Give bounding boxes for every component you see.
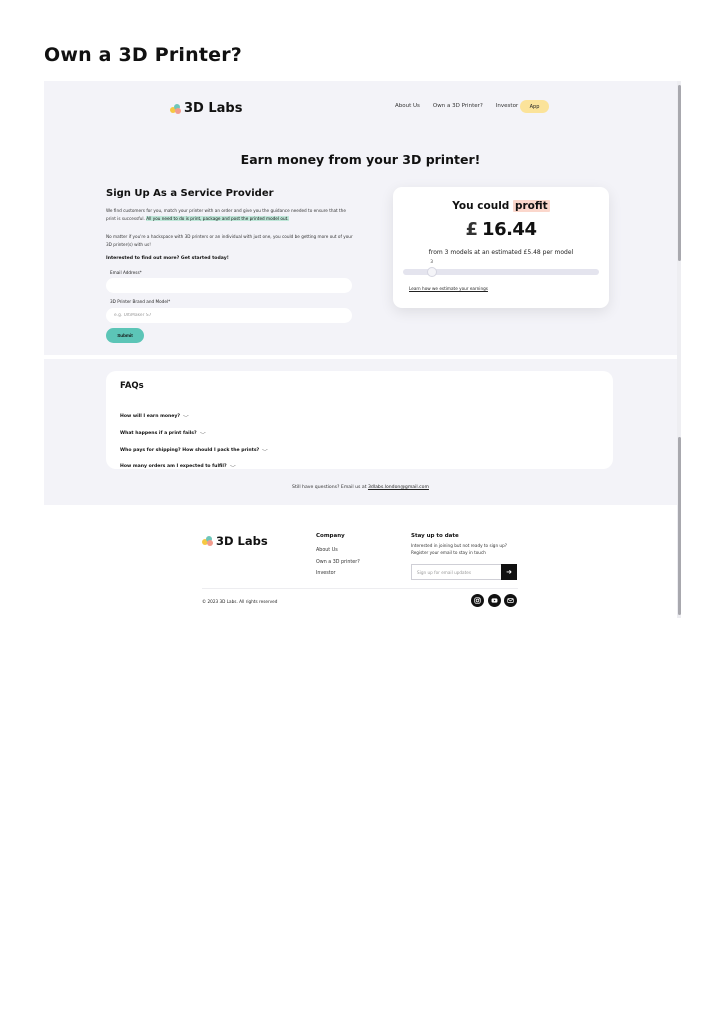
profit-amount: £16.44	[393, 219, 609, 240]
profit-heading-prefix: You could	[452, 200, 510, 212]
page-scrollbar[interactable]	[677, 81, 681, 618]
profit-value: 16.44	[482, 219, 537, 240]
profit-card: You could profit £16.44 from 3 models at…	[393, 187, 609, 308]
footer-link-about[interactable]: About Us	[316, 548, 338, 553]
newsletter-submit-button[interactable]: ➜	[501, 564, 517, 580]
faq-card: FAQs How will I earn money? ⌵ What happe…	[106, 371, 613, 469]
company-heading: Company	[316, 533, 345, 539]
arrow-right-icon: ➜	[506, 568, 512, 576]
profit-heading-word: profit	[512, 200, 550, 212]
footer-logo[interactable]: 3D Labs	[202, 534, 268, 548]
chevron-down-icon: ⌵	[262, 447, 268, 453]
printer-label: 3D Printer Brand and Model*	[110, 299, 171, 304]
signup-note: No matter if you're a hackspace with 3D …	[106, 234, 353, 247]
submit-button[interactable]: Submit	[106, 328, 144, 343]
faq-question: What happens if a print fails?	[120, 430, 197, 436]
nav-logo[interactable]: 3D Labs	[170, 101, 242, 116]
footer-link-own-printer[interactable]: Own a 3D printer?	[316, 560, 360, 565]
newsletter-email-input[interactable]	[411, 564, 501, 580]
signup-intro-highlight: All you need to do is print, package and…	[146, 215, 289, 221]
hero-section: 3D Labs About Us Own a 3D Printer? Inves…	[44, 81, 677, 355]
faq-section: FAQs How will I earn money? ⌵ What happe…	[44, 359, 677, 505]
footer-divider	[202, 588, 518, 589]
faq-question: How will I earn money?	[120, 413, 181, 419]
nav-logo-text: 3D Labs	[184, 101, 243, 116]
instagram-icon[interactable]	[471, 594, 484, 607]
faq-question: How many orders am I expected to fulfil?	[120, 463, 227, 469]
learn-estimate-link[interactable]: Learn how we estimate your earnings	[409, 286, 488, 291]
faq-question: Who pays for shipping? How should I pack…	[120, 447, 260, 453]
footer-logo-text: 3D Labs	[216, 534, 268, 548]
email-label: Email Address*	[110, 270, 142, 275]
still-questions-text: Still have questions? Email us at	[292, 485, 367, 490]
models-slider-handle[interactable]	[427, 267, 438, 277]
faq-item[interactable]: How many orders am I expected to fulfil?…	[120, 463, 236, 469]
logo-mark-icon	[170, 103, 181, 114]
scrollbar-thumb[interactable]	[678, 85, 681, 261]
footer-link-investor[interactable]: Investor	[316, 571, 336, 576]
nav-link-about[interactable]: About Us	[395, 103, 420, 109]
chevron-down-icon: ⌵	[229, 463, 236, 469]
logo-mark-icon	[202, 536, 213, 546]
app-button[interactable]: App	[520, 100, 549, 113]
site-frame[interactable]: 3D Labs About Us Own a 3D Printer? Inves…	[44, 81, 681, 618]
chevron-down-icon: ⌵	[199, 430, 206, 436]
copyright: © 2023 3D Labs. All rights reserved	[202, 599, 278, 604]
nav-link-own-printer[interactable]: Own a 3D Printer?	[433, 103, 483, 109]
faq-item[interactable]: Who pays for shipping? How should I pack…	[120, 447, 268, 453]
mail-icon[interactable]	[504, 594, 517, 607]
email-field[interactable]	[106, 278, 352, 293]
faq-item[interactable]: What happens if a print fails? ⌵	[120, 430, 206, 436]
still-questions: Still have questions? Email us at 3dlabs…	[44, 485, 677, 490]
faq-item[interactable]: How will I earn money? ⌵	[120, 413, 189, 419]
signup-cta: Interested to find out more? Get started…	[106, 256, 229, 261]
signup-title: Sign Up As a Service Provider	[106, 188, 274, 199]
faq-title: FAQs	[120, 381, 144, 391]
slider-value: 3	[430, 259, 433, 264]
printer-model-field[interactable]	[106, 308, 352, 323]
hero-title: Earn money from your 3D printer!	[240, 152, 481, 167]
scrollbar-thumb[interactable]	[678, 437, 681, 615]
newsletter-heading: Stay up to date	[411, 533, 459, 539]
chevron-down-icon: ⌵	[183, 413, 189, 419]
page-heading: Own a 3D Printer?	[44, 44, 242, 66]
currency-symbol: £	[465, 219, 479, 240]
newsletter-blurb: Interested in joining but not ready to s…	[411, 543, 507, 555]
contact-email-link[interactable]: 3dlabs.london@gmail.com	[368, 485, 429, 490]
footer: 3D Labs Company About Us Own a 3D printe…	[44, 505, 677, 618]
profit-breakdown: from 3 models at an estimated £5.48 per …	[428, 249, 574, 256]
profit-heading: You could profit	[393, 200, 609, 212]
nav-link-investor[interactable]: Investor	[496, 103, 518, 109]
youtube-icon[interactable]	[488, 594, 501, 607]
nav-links: About Us Own a 3D Printer? Investor	[395, 103, 518, 109]
signup-intro: We find customers for you, match your pr…	[106, 207, 356, 222]
